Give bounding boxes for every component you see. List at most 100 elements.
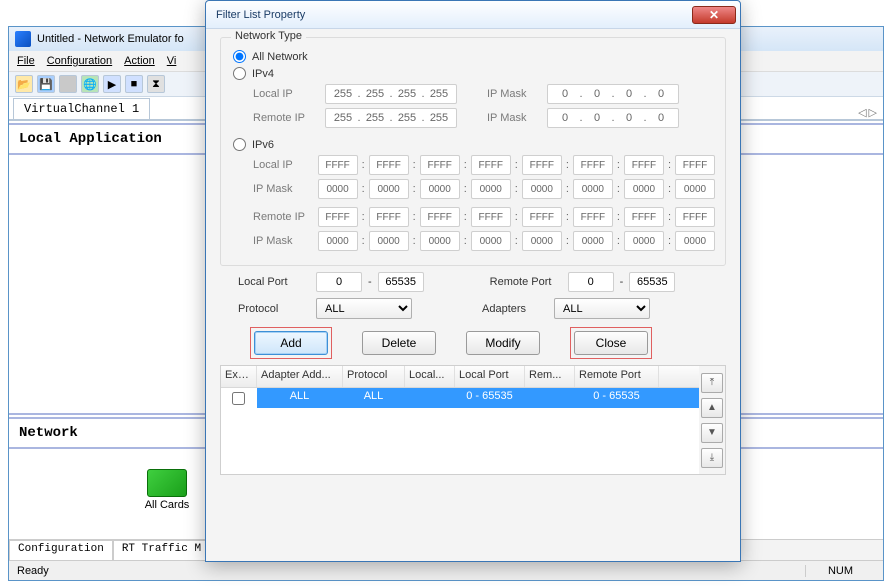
ipv6-hex[interactable] xyxy=(318,207,358,227)
ipv6-hex[interactable] xyxy=(420,207,460,227)
menu-view[interactable]: Vi xyxy=(167,55,177,67)
tab-rt-traffic[interactable]: RT Traffic M xyxy=(113,540,210,561)
move-top-button[interactable]: ⤒ xyxy=(701,373,723,393)
window-title: Untitled - Network Emulator fo xyxy=(37,33,184,45)
local-port-label: Local Port xyxy=(238,276,316,288)
ipv4-local-mask-input[interactable]: 0. 0. 0. 0 xyxy=(547,84,679,104)
ipv6-hex[interactable] xyxy=(369,207,409,227)
ipv6-hex[interactable] xyxy=(318,155,358,175)
add-button[interactable]: Add xyxy=(254,331,328,355)
ipv6-hex[interactable] xyxy=(522,155,562,175)
protocol-row: Protocol ALL Adapters ALL xyxy=(238,298,726,319)
ipv6-local-mask-row: IP Mask : : : : : : : xyxy=(253,179,715,199)
toolbar-hourglass-icon[interactable]: ⧗ xyxy=(147,75,165,93)
ipv6-mask-hex[interactable] xyxy=(573,231,613,251)
radio-all-network[interactable]: All Network xyxy=(233,50,715,63)
row-exclude-checkbox[interactable] xyxy=(232,392,245,405)
ipv6-fields: Local IP : : : : : : : IP Mask : : : : : xyxy=(253,155,715,251)
toolbar-globe-icon[interactable]: 🌐 xyxy=(81,75,99,93)
radio-all-network-input[interactable] xyxy=(233,50,246,63)
radio-ipv4[interactable]: IPv4 xyxy=(233,67,715,80)
th-excl[interactable]: Excl... xyxy=(221,366,257,387)
tab-prev-icon[interactable]: ◁ xyxy=(858,106,866,119)
ipv6-hex[interactable] xyxy=(573,207,613,227)
ipv6-mask-hex[interactable] xyxy=(522,231,562,251)
ipv6-hex[interactable] xyxy=(675,155,715,175)
toolbar-save-icon[interactable]: 💾 xyxy=(37,75,55,93)
ipv6-mask-hex[interactable] xyxy=(369,231,409,251)
ipv6-mask-hex[interactable] xyxy=(420,231,460,251)
th-remote-port[interactable]: Remote Port xyxy=(575,366,659,387)
remote-port-max[interactable] xyxy=(629,272,675,292)
move-down-button[interactable]: ▼ xyxy=(701,423,723,443)
th-rem[interactable]: Rem... xyxy=(525,366,575,387)
ipv6-hex[interactable] xyxy=(573,155,613,175)
protocol-select[interactable]: ALL xyxy=(316,298,412,319)
table-row[interactable]: ALL ALL 0 - 65535 0 - 65535 xyxy=(221,388,699,408)
cell-remote-port: 0 - 65535 xyxy=(575,388,659,408)
ipv6-mask-hex[interactable] xyxy=(420,179,460,199)
ipv6-mask-hex[interactable] xyxy=(624,231,664,251)
ipv6-hex[interactable] xyxy=(471,155,511,175)
ipv4-remote-ip-input[interactable]: 255. 255. 255. 255 xyxy=(325,108,457,128)
ipv6-hex[interactable] xyxy=(522,207,562,227)
toolbar-play-icon[interactable]: ▶ xyxy=(103,75,121,93)
radio-ipv6[interactable]: IPv6 xyxy=(233,138,715,151)
ipv6-mask-hex[interactable] xyxy=(675,231,715,251)
ipv6-hex[interactable] xyxy=(624,207,664,227)
ipv6-mask-hex[interactable] xyxy=(522,179,562,199)
toolbar-stop-icon[interactable]: ■ xyxy=(125,75,143,93)
tab-nav: ◁ ▷ xyxy=(858,104,883,119)
cell-rem xyxy=(525,388,575,408)
ipv4-remote-mask-input[interactable]: 0. 0. 0. 0 xyxy=(547,108,679,128)
ipv6-local-ip-row: Local IP : : : : : : : xyxy=(253,155,715,175)
tab-next-icon[interactable]: ▷ xyxy=(869,106,877,119)
local-port-max[interactable] xyxy=(378,272,424,292)
local-port-min[interactable] xyxy=(316,272,362,292)
ipv4-remote-mask-label: IP Mask xyxy=(487,112,537,124)
ipv6-mask-hex[interactable] xyxy=(675,179,715,199)
ipv6-hex[interactable] xyxy=(624,155,664,175)
radio-ipv6-input[interactable] xyxy=(233,138,246,151)
ipv6-hex[interactable] xyxy=(675,207,715,227)
table-side-buttons: ⤒ ▲ ▼ ⤓ xyxy=(699,366,725,474)
close-button[interactable]: Close xyxy=(574,331,648,355)
move-up-button[interactable]: ▲ xyxy=(701,398,723,418)
ipv6-mask-hex[interactable] xyxy=(318,179,358,199)
th-adapter[interactable]: Adapter Add... xyxy=(257,366,343,387)
dialog-close-button[interactable]: ✕ xyxy=(692,6,736,24)
ipv6-mask-hex[interactable] xyxy=(471,179,511,199)
ipv6-mask-hex[interactable] xyxy=(624,179,664,199)
ipv4-local-ip-label: Local IP xyxy=(253,88,315,100)
th-local-port[interactable]: Local Port xyxy=(455,366,525,387)
delete-button[interactable]: Delete xyxy=(362,331,436,355)
dialog-body: Network Type All Network IPv4 Local IP 2… xyxy=(206,29,740,483)
ipv4-local-ip-input[interactable]: 255. 255. 255. 255 xyxy=(325,84,457,104)
move-bottom-button[interactable]: ⤓ xyxy=(701,448,723,468)
menu-configuration[interactable]: Configuration xyxy=(47,55,112,67)
ipv6-mask-hex[interactable] xyxy=(471,231,511,251)
adapters-select[interactable]: ALL xyxy=(554,298,650,319)
th-local[interactable]: Local... xyxy=(405,366,455,387)
menu-action[interactable]: Action xyxy=(124,55,155,67)
modify-button[interactable]: Modify xyxy=(466,331,540,355)
toolbar-open-icon[interactable]: 📂 xyxy=(15,75,33,93)
ipv6-hex[interactable] xyxy=(420,155,460,175)
ipv6-mask-hex[interactable] xyxy=(573,179,613,199)
status-ready: Ready xyxy=(17,565,49,577)
toolbar-sep xyxy=(59,75,77,93)
radio-ipv4-input[interactable] xyxy=(233,67,246,80)
tab-configuration[interactable]: Configuration xyxy=(9,540,113,561)
menu-file[interactable]: File xyxy=(17,55,35,67)
ipv6-mask-hex[interactable] xyxy=(369,179,409,199)
ipv6-hex[interactable] xyxy=(471,207,511,227)
ipv6-mask-hex[interactable] xyxy=(318,231,358,251)
tab-virtualchannel-1[interactable]: VirtualChannel 1 xyxy=(13,98,150,119)
all-cards-item[interactable] xyxy=(147,469,187,503)
ipv6-remote-mask-label: IP Mask xyxy=(253,235,314,247)
protocol-label: Protocol xyxy=(238,303,316,315)
adapters-label: Adapters xyxy=(482,303,554,315)
ipv6-hex[interactable] xyxy=(369,155,409,175)
th-protocol[interactable]: Protocol xyxy=(343,366,405,387)
remote-port-min[interactable] xyxy=(568,272,614,292)
